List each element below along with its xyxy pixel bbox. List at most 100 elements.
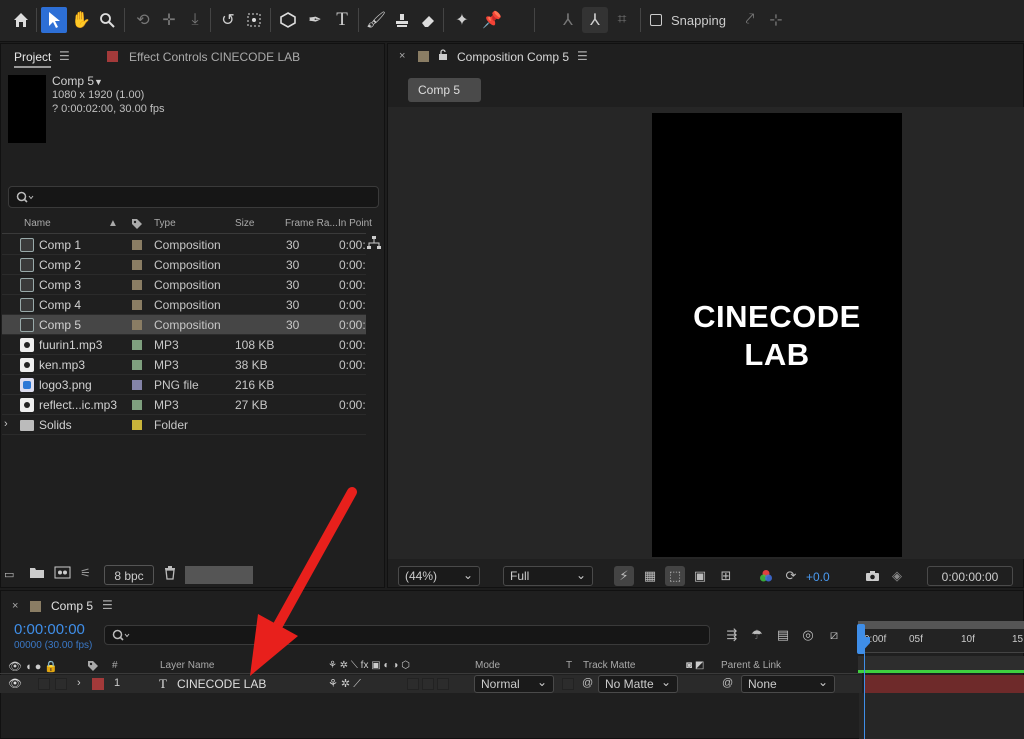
dolly-camera-icon[interactable]: ⤓ <box>182 7 208 33</box>
matte-pickwhip-icon[interactable]: @ <box>582 677 593 689</box>
zoom-dropdown[interactable]: (44%) ⌄ <box>398 566 480 586</box>
adjustment-switch[interactable] <box>422 678 434 690</box>
home-icon[interactable] <box>8 7 34 33</box>
track-matte-dropdown[interactable]: No Matte ⌄ <box>598 675 678 693</box>
label-color-chip[interactable] <box>132 420 142 430</box>
transparency-grid-icon[interactable]: ▦ <box>640 566 660 586</box>
label-color-chip[interactable] <box>132 280 142 290</box>
chevron-right-icon[interactable]: › <box>4 418 8 430</box>
col-frame-rate[interactable]: Frame Ra... <box>285 218 338 229</box>
axis-view-icon[interactable]: ⌗ <box>609 7 635 33</box>
lock-toggle[interactable] <box>55 678 67 690</box>
label-tag-icon[interactable] <box>87 660 99 675</box>
project-row-logo3-png[interactable]: logo3.png PNG file 216 KB <box>2 375 366 395</box>
label-color-chip[interactable] <box>132 340 142 350</box>
snapshot-camera-icon[interactable] <box>862 566 882 586</box>
grid-guides-icon[interactable]: ⊞ <box>716 566 736 586</box>
reset-exposure-icon[interactable]: ⟳ <box>781 566 801 586</box>
comp-mini-flowchart-icon[interactable]: ⇶ <box>722 625 742 645</box>
bpc-button[interactable]: 8 bpc <box>104 565 154 585</box>
label-color-chip[interactable] <box>132 240 142 250</box>
exposure-value[interactable]: +0.0 <box>806 570 830 584</box>
tab-composition[interactable]: Composition Comp 5 <box>457 50 569 64</box>
project-row-ken-mp3[interactable]: ken.mp3 MP3 38 KB 0:00: <box>2 355 366 375</box>
pan-behind-icon[interactable] <box>241 7 267 33</box>
new-folder-icon[interactable] <box>29 566 45 582</box>
preserve-transparency-toggle[interactable] <box>562 678 574 690</box>
hand-tool-icon[interactable]: ✋ <box>68 7 94 33</box>
snapping-checkbox[interactable] <box>650 14 662 26</box>
chevron-down-icon[interactable]: ▼ <box>94 77 103 87</box>
label-color-chip[interactable] <box>132 320 142 330</box>
interpret-footage-icon[interactable]: ▭ <box>4 568 14 581</box>
col-layer-name[interactable]: Layer Name <box>160 660 214 671</box>
project-row-comp-2[interactable]: Comp 2 Composition 30 0:00: <box>2 255 366 275</box>
project-search-input[interactable] <box>8 186 379 208</box>
col-size[interactable]: Size <box>235 218 254 229</box>
label-color-chip[interactable] <box>132 260 142 270</box>
flowchart-icon[interactable] <box>367 236 381 253</box>
project-row-solids[interactable]: › Solids Folder <box>2 415 366 435</box>
zoom-tool-icon[interactable] <box>94 7 120 33</box>
panel-menu-icon[interactable]: ☰ <box>577 49 588 63</box>
show-snapshot-icon[interactable]: ◈ <box>887 566 907 586</box>
new-composition-icon[interactable] <box>54 566 71 582</box>
work-area-bar[interactable] <box>858 621 1024 629</box>
col-track-matte[interactable]: Track Matte <box>583 660 635 671</box>
eye-icon[interactable]: 👁 <box>8 677 22 690</box>
col-parent-link[interactable]: Parent & Link <box>721 660 781 671</box>
pan-camera-icon[interactable]: ✛ <box>156 7 182 33</box>
tab-effect-controls[interactable]: Effect Controls CINECODE LAB <box>129 50 300 64</box>
resolution-dropdown[interactable]: Full ⌄ <box>503 566 593 586</box>
3d-switch[interactable] <box>437 678 449 690</box>
project-row-comp-4[interactable]: Comp 4 Composition 30 0:00: <box>2 295 366 315</box>
puppet-pin-icon[interactable]: 📌 <box>479 7 505 33</box>
mask-visibility-icon[interactable]: ⬚ <box>665 566 685 586</box>
label-tag-icon[interactable] <box>131 218 143 233</box>
col-in-point[interactable]: In Point <box>338 218 372 229</box>
axis-world-icon[interactable]: ⅄ <box>582 7 608 33</box>
tab-project[interactable]: Project <box>14 50 52 68</box>
project-settings-icon[interactable]: ⚟ <box>80 566 91 580</box>
lock-icon[interactable] <box>438 49 448 64</box>
region-of-interest-icon[interactable]: ▣ <box>690 566 710 586</box>
project-row-comp-1[interactable]: Comp 1 Composition 30 0:00: <box>2 235 366 255</box>
clone-stamp-icon[interactable] <box>389 7 415 33</box>
channel-rgb-icon[interactable] <box>756 566 776 586</box>
rotate-tool-icon[interactable]: ↺ <box>215 7 241 33</box>
label-color-chip[interactable] <box>132 360 142 370</box>
graph-editor-icon[interactable]: ⧄ <box>824 625 844 645</box>
label-color-chip[interactable] <box>132 400 142 410</box>
playhead-line[interactable] <box>864 640 865 739</box>
col-type[interactable]: Type <box>154 218 176 229</box>
parent-dropdown[interactable]: None ⌄ <box>741 675 835 693</box>
col-name[interactable]: Name <box>24 218 51 229</box>
trash-icon[interactable] <box>163 566 177 583</box>
shape-tool-icon[interactable] <box>275 7 301 33</box>
motion-blur-switch[interactable] <box>407 678 419 690</box>
label-color-chip[interactable] <box>132 300 142 310</box>
chevron-right-icon[interactable]: › <box>77 677 81 689</box>
draft-3d-icon[interactable]: ☂ <box>747 625 767 645</box>
roto-brush-icon[interactable]: ✦ <box>449 7 475 33</box>
selection-tool-icon[interactable] <box>41 7 67 33</box>
project-row-fuurin1-mp3[interactable]: fuurin1.mp3 MP3 108 KB 0:00: <box>2 335 366 355</box>
project-row-comp-5[interactable]: Comp 5 Composition 30 0:00: <box>2 315 366 335</box>
blend-mode-dropdown[interactable]: Normal ⌄ <box>474 675 554 693</box>
flow-tab-comp5[interactable]: Comp 5 <box>408 78 481 102</box>
timeline-search-input[interactable] <box>104 625 710 645</box>
layer-duration-bar[interactable] <box>865 675 1024 693</box>
layer-label-color[interactable] <box>92 678 104 690</box>
frame-blending-icon[interactable]: ◎ <box>798 625 818 645</box>
current-time-field[interactable]: 0:00:00:00 <box>927 566 1013 586</box>
col-mode[interactable]: Mode <box>475 660 500 671</box>
panel-menu-icon[interactable]: ☰ <box>102 598 113 612</box>
axis-local-icon[interactable]: ⅄ <box>555 7 581 33</box>
label-color-chip[interactable] <box>132 380 142 390</box>
timeline-track-area[interactable] <box>859 693 1024 739</box>
snap-features-icon[interactable]: ⊹ <box>763 7 789 33</box>
parent-pickwhip-icon[interactable]: @ <box>722 677 733 689</box>
comp-canvas[interactable]: CINECODE LAB <box>652 113 902 557</box>
pen-tool-icon[interactable]: ✒ <box>302 7 328 33</box>
panel-menu-icon[interactable]: ☰ <box>59 49 70 63</box>
